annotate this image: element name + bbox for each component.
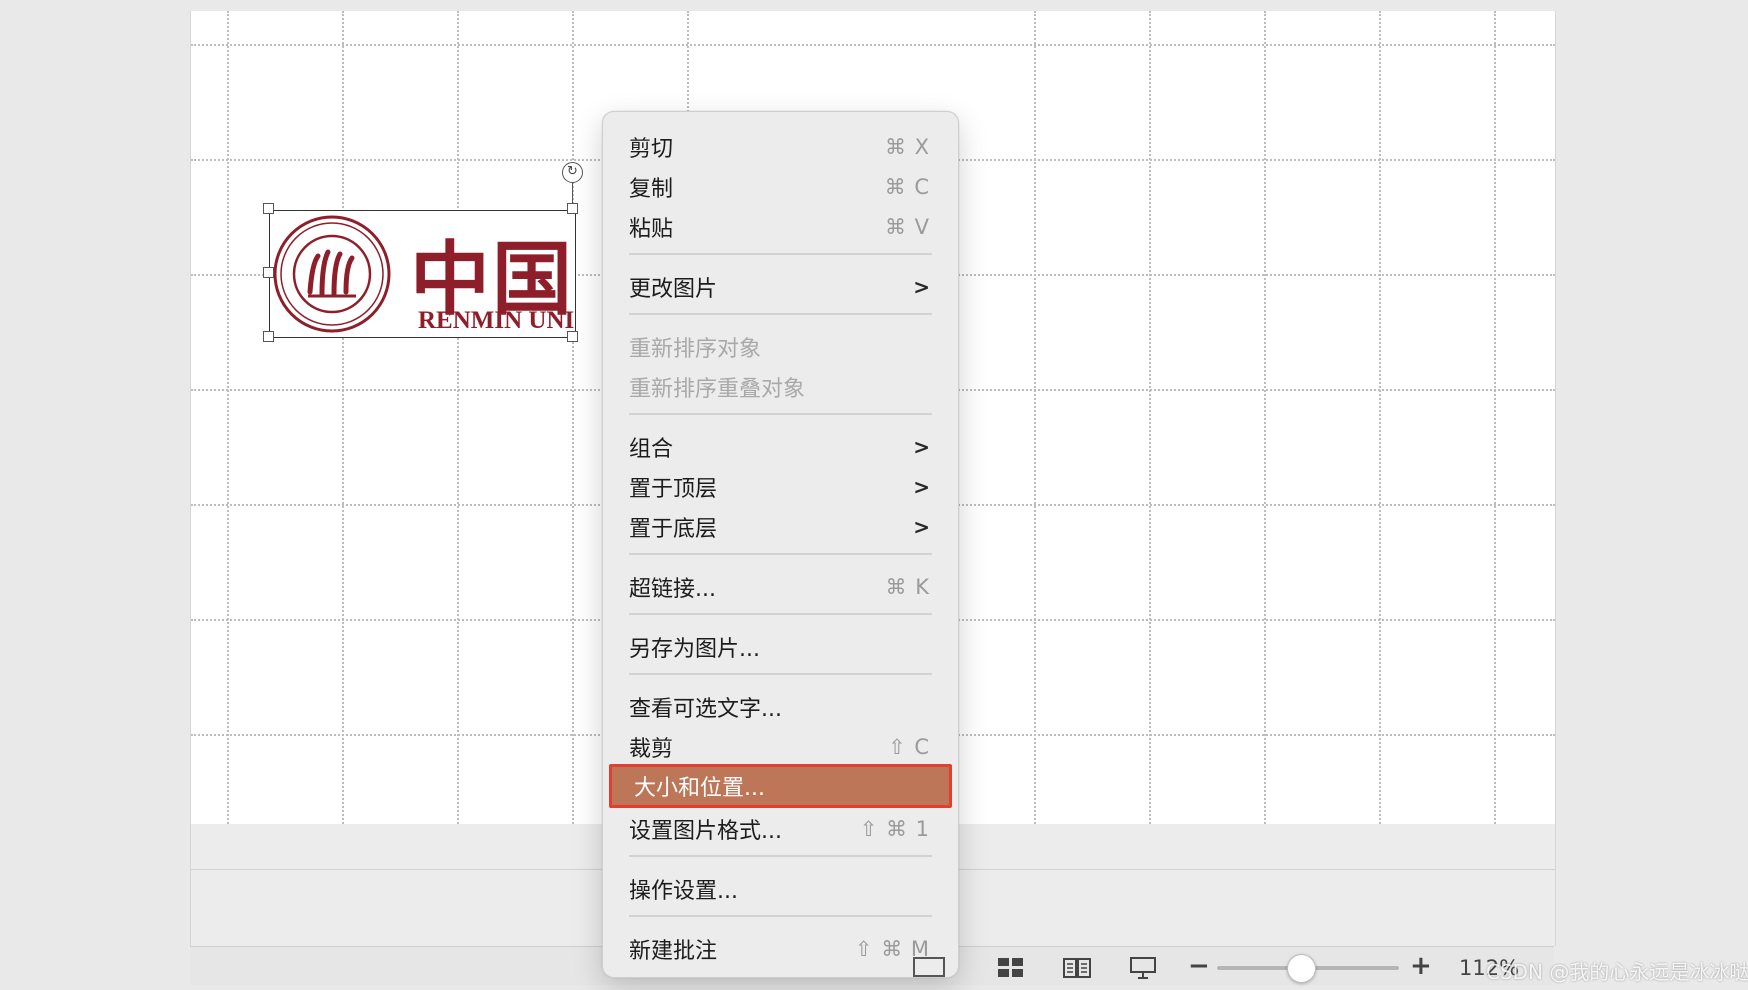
menu-separator — [629, 613, 932, 615]
menu-item-hyperlink[interactable]: 超链接... ⌘ K — [607, 568, 954, 606]
menu-item-label: 新建批注 — [629, 939, 718, 964]
menu-item-label: 置于底层 — [629, 517, 718, 542]
chevron-right-icon: > — [913, 515, 930, 539]
watermark: CSDN @我的心永远是冰冰哒 — [1486, 960, 1748, 984]
menu-item-label: 更改图片 — [629, 277, 718, 302]
menu-item-label: 重新排序重叠对象 — [629, 377, 806, 402]
grid-line — [342, 11, 344, 824]
normal-view-icon[interactable] — [912, 955, 946, 979]
menu-item-reorder-overlapping: 重新排序重叠对象 — [607, 368, 954, 406]
resize-handle-bottom-left[interactable] — [263, 331, 274, 342]
grid-line — [1264, 11, 1266, 824]
menu-item-label: 另存为图片... — [629, 637, 760, 662]
grid-line — [1034, 11, 1036, 824]
selected-picture[interactable]: 中国人 RENMIN UNI — [269, 210, 576, 338]
grid-line — [1494, 11, 1496, 824]
menu-item-label: 置于顶层 — [629, 477, 718, 502]
slideshow-icon[interactable] — [1128, 955, 1158, 979]
menu-separator — [629, 855, 932, 857]
menu-item-crop[interactable]: 裁剪 ⇧ C — [607, 728, 954, 766]
menu-item-shortcut: ⌘ K — [885, 575, 930, 599]
resize-handle-left[interactable] — [263, 267, 274, 278]
resize-handle-top-left[interactable] — [263, 203, 274, 214]
zoom-out-button[interactable]: − — [1188, 951, 1210, 981]
menu-separator — [629, 313, 932, 315]
grid-line — [191, 44, 1555, 46]
menu-item-action-settings[interactable]: 操作设置... — [607, 870, 954, 908]
zoom-in-button[interactable]: + — [1410, 951, 1432, 981]
menu-item-label: 查看可选文字... — [629, 697, 782, 722]
grid-line — [572, 11, 574, 824]
grid-line — [227, 11, 229, 824]
menu-item-label: 粘贴 — [629, 217, 674, 242]
menu-separator — [629, 915, 932, 917]
chevron-right-icon: > — [913, 275, 930, 299]
menu-item-format-picture[interactable]: 设置图片格式... ⇧ ⌘ 1 — [607, 810, 954, 848]
menu-item-label: 重新排序对象 — [629, 337, 762, 362]
rotate-handle-icon[interactable]: ↻ — [562, 162, 583, 183]
menu-item-label: 大小和位置... — [634, 776, 765, 801]
resize-handle-top[interactable] — [567, 203, 578, 214]
resize-handle-bottom[interactable] — [567, 331, 578, 342]
app-window: 中国人 RENMIN UNI ↻ 剪切 ⌘ X 复制 ⌘ C 粘贴 ⌘ V 更改… — [0, 0, 1748, 990]
logo-english-text: RENMIN UNI — [418, 307, 575, 334]
university-seal-logo — [273, 215, 391, 333]
menu-item-send-to-back[interactable]: 置于底层 > — [607, 508, 954, 546]
menu-item-save-as-picture[interactable]: 另存为图片... — [607, 628, 954, 666]
menu-item-paste[interactable]: 粘贴 ⌘ V — [607, 208, 954, 246]
zoom-slider-thumb[interactable] — [1286, 954, 1316, 983]
menu-item-cut[interactable]: 剪切 ⌘ X — [607, 128, 954, 166]
menu-item-label: 操作设置... — [629, 879, 738, 904]
menu-separator — [629, 553, 932, 555]
menu-item-shortcut: ⇧ C — [888, 735, 930, 759]
menu-item-label: 组合 — [629, 437, 674, 462]
chevron-right-icon: > — [913, 475, 930, 499]
menu-item-size-and-position[interactable]: 大小和位置... — [609, 764, 952, 808]
grid-line — [1379, 11, 1381, 824]
menu-item-bring-to-front[interactable]: 置于顶层 > — [607, 468, 954, 506]
reading-view-icon[interactable] — [1062, 955, 1092, 979]
menu-item-label: 裁剪 — [629, 737, 674, 762]
menu-item-view-alt-text[interactable]: 查看可选文字... — [607, 688, 954, 726]
menu-item-reorder-objects: 重新排序对象 — [607, 328, 954, 366]
menu-item-label: 超链接... — [629, 577, 716, 602]
menu-item-shortcut: ⇧ ⌘ 1 — [859, 817, 930, 841]
grid-line — [1149, 11, 1151, 824]
context-menu[interactable]: 剪切 ⌘ X 复制 ⌘ C 粘贴 ⌘ V 更改图片 > 重新排序对象 重新排序重… — [602, 111, 959, 978]
menu-separator — [629, 413, 932, 415]
menu-separator — [629, 673, 932, 675]
menu-item-label: 设置图片格式... — [629, 819, 782, 844]
menu-item-shortcut: ⌘ C — [884, 175, 930, 199]
menu-item-group[interactable]: 组合 > — [607, 428, 954, 466]
grid-line — [457, 11, 459, 824]
menu-item-copy[interactable]: 复制 ⌘ C — [607, 168, 954, 206]
menu-item-shortcut: ⌘ X — [884, 135, 930, 159]
menu-item-label: 剪切 — [629, 137, 674, 162]
menu-item-label: 复制 — [629, 177, 674, 202]
chevron-right-icon: > — [913, 435, 930, 459]
slide-sorter-icon[interactable] — [996, 955, 1026, 979]
menu-item-new-comment[interactable]: 新建批注 ⇧ ⌘ M — [607, 930, 954, 968]
menu-separator — [629, 253, 932, 255]
menu-item-change-picture[interactable]: 更改图片 > — [607, 268, 954, 306]
menu-item-shortcut: ⌘ V — [884, 215, 930, 239]
